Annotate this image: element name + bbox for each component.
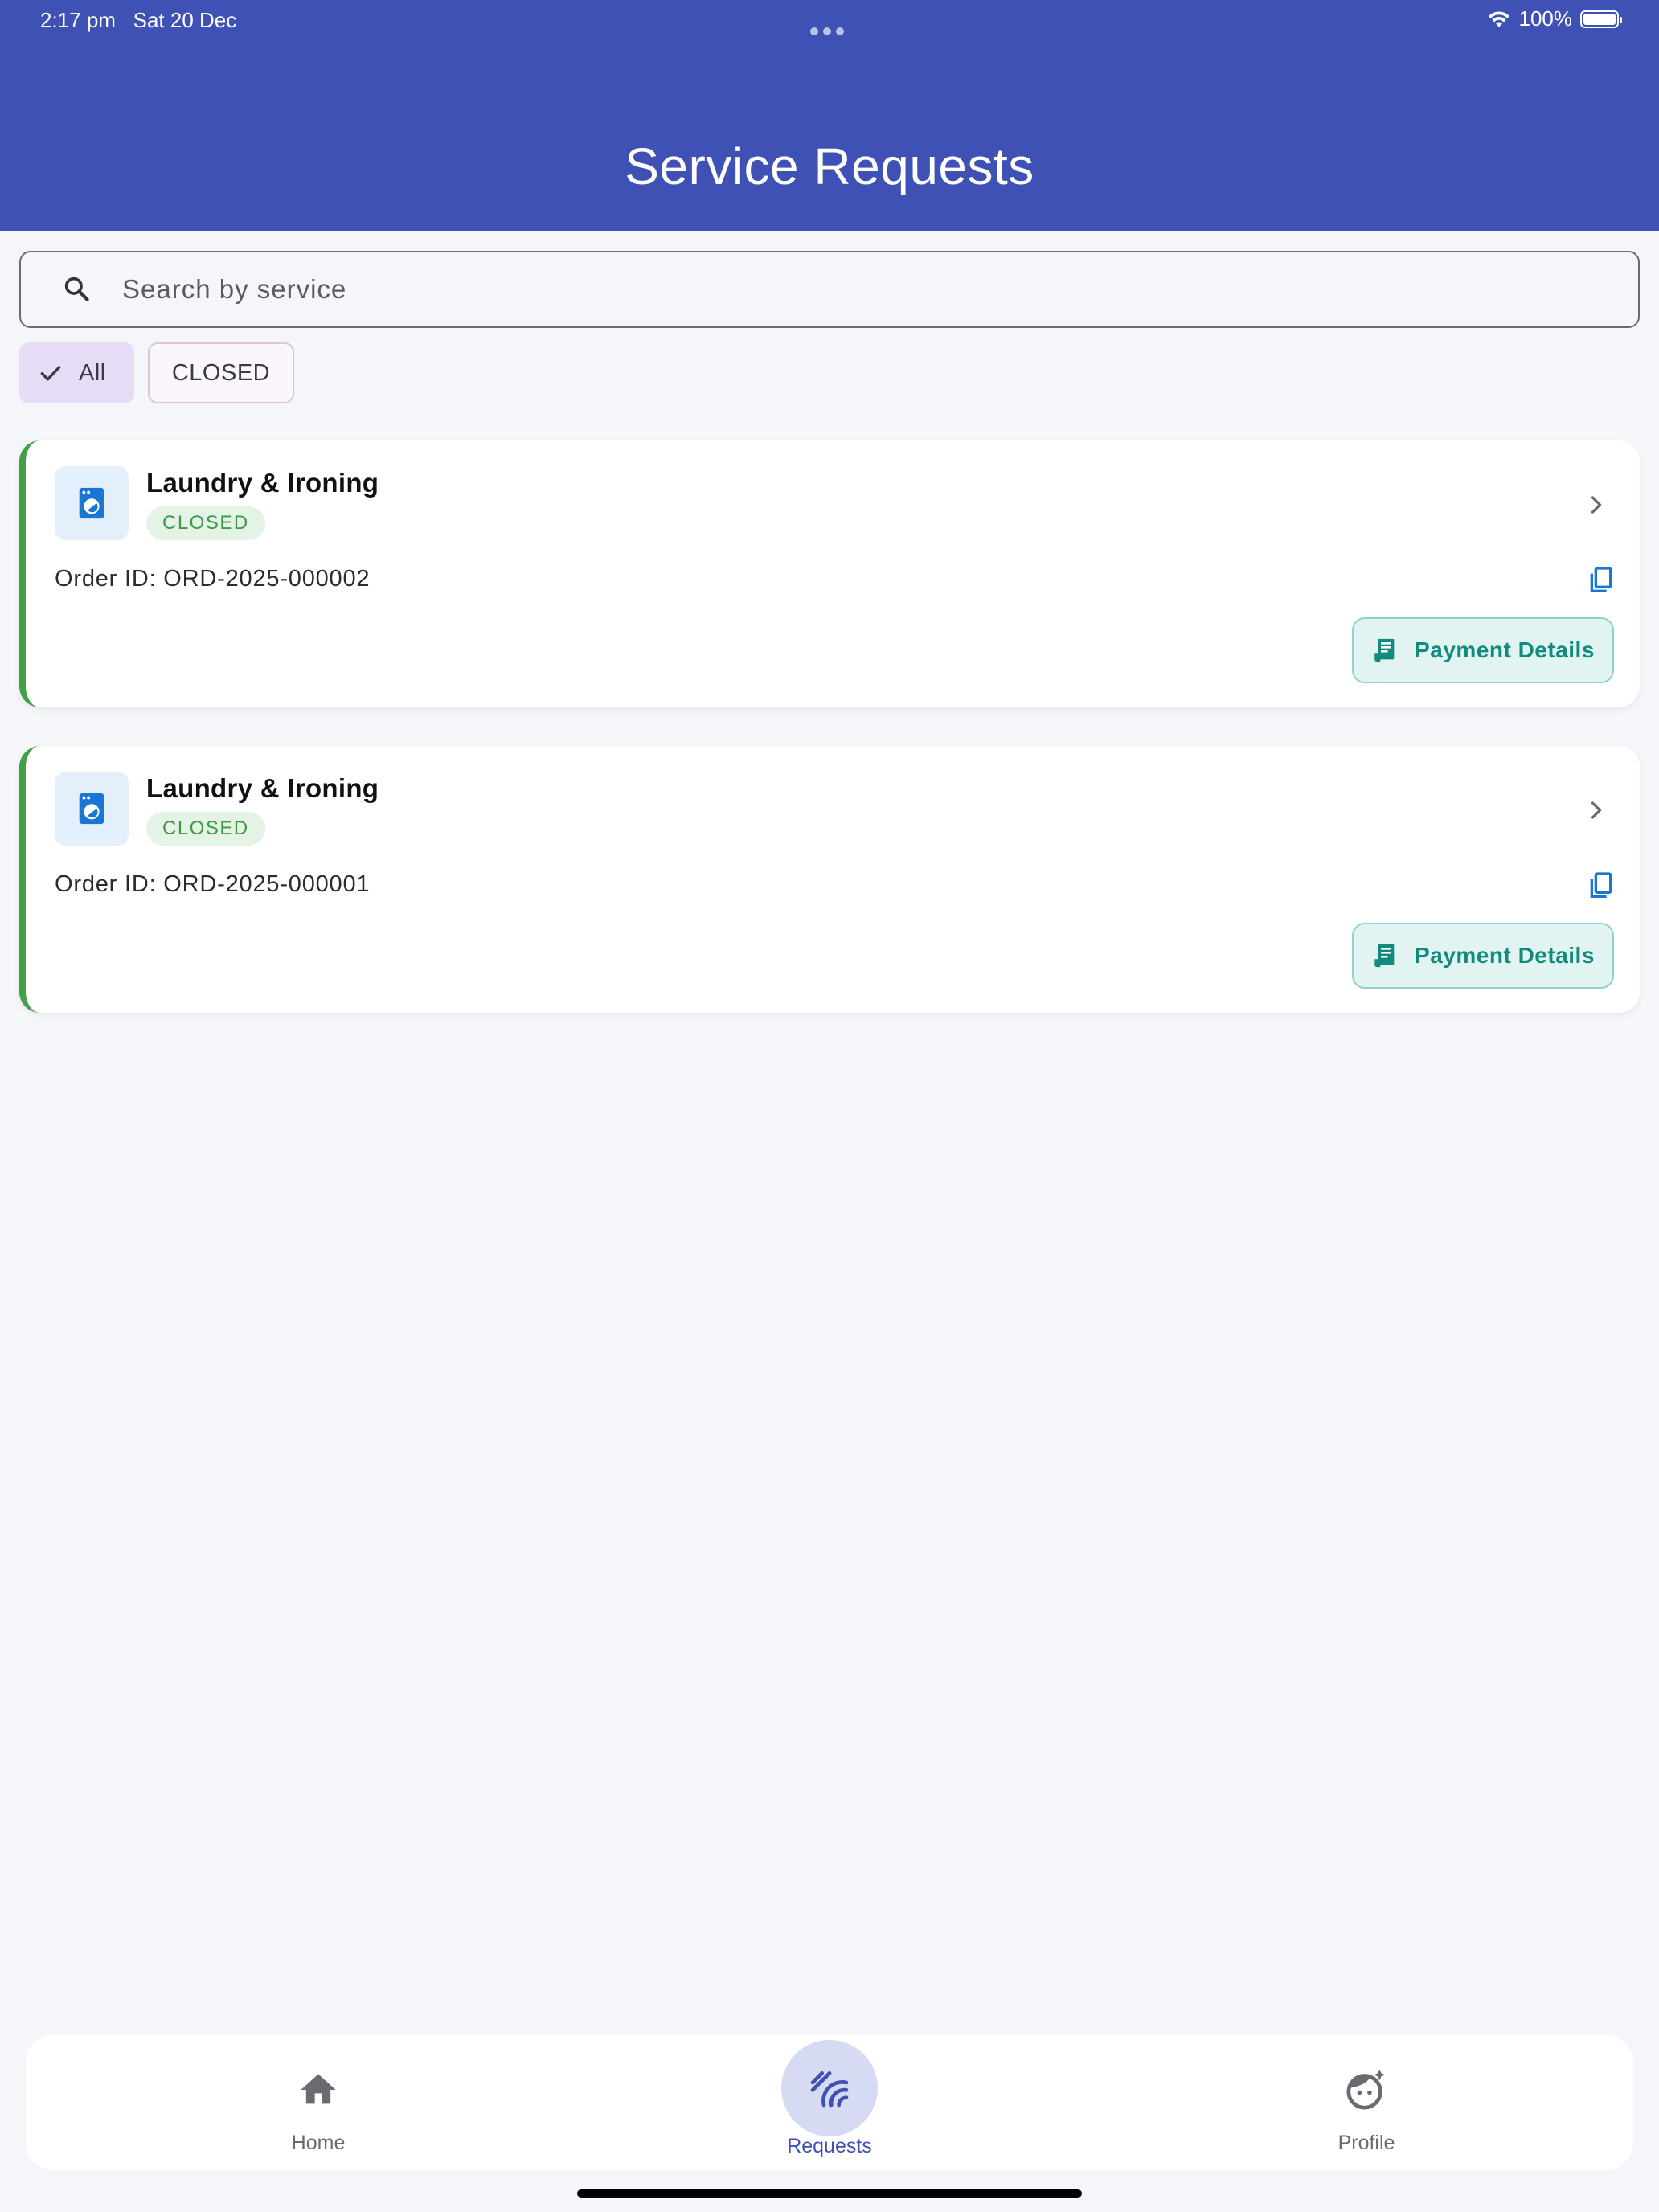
home-icon-wrap — [294, 2066, 342, 2114]
search-input[interactable] — [122, 274, 1638, 305]
bottom-navigation: Home Requests Profile — [26, 2035, 1633, 2170]
status-bar: 2:17 pm Sat 20 Dec 100% — [0, 0, 1659, 40]
multitasking-dots-icon[interactable] — [810, 16, 849, 35]
filter-chip-all-label: All — [79, 359, 106, 386]
service-icon-container — [55, 772, 129, 846]
face-sparkle-icon — [1346, 2069, 1386, 2110]
search-icon — [64, 276, 89, 301]
payment-details-label: Payment Details — [1415, 943, 1595, 968]
nav-item-home[interactable]: Home — [198, 2035, 439, 2170]
nav-label-requests: Requests — [787, 2135, 872, 2157]
home-indicator[interactable] — [577, 2189, 1082, 2198]
nav-item-requests[interactable]: Requests — [709, 2035, 950, 2170]
battery-icon — [1580, 10, 1622, 28]
copy-icon[interactable] — [1585, 870, 1617, 902]
washing-machine-icon — [79, 487, 104, 519]
profile-icon-wrap — [1342, 2066, 1391, 2114]
wifi-icon — [1488, 10, 1509, 27]
status-badge: CLOSED — [146, 812, 265, 846]
payment-details-label: Payment Details — [1415, 637, 1595, 662]
status-indicators: 100% — [1487, 6, 1622, 31]
order-id: Order ID: ORD-2025-000002 — [55, 566, 371, 592]
status-badge: CLOSED — [146, 506, 265, 540]
check-icon — [40, 366, 61, 381]
service-name: Laundry & Ironing — [146, 773, 379, 803]
chevron-right-icon[interactable] — [1582, 490, 1611, 519]
copy-icon[interactable] — [1585, 564, 1617, 596]
service-icon-container — [55, 466, 129, 540]
receipt-icon — [1374, 638, 1395, 662]
payment-details-button[interactable]: Payment Details — [1352, 617, 1614, 683]
nav-item-profile[interactable]: Profile — [1246, 2035, 1487, 2170]
app-header: 2:17 pm Sat 20 Dec 100% Service Requests — [0, 0, 1659, 231]
payment-details-button[interactable]: Payment Details — [1352, 923, 1614, 989]
status-date: Sat 20 Dec — [133, 8, 237, 32]
battery-percent: 100% — [1518, 6, 1573, 31]
home-icon — [301, 2074, 336, 2104]
order-id: Order ID: ORD-2025-000001 — [55, 871, 371, 897]
status-clock: 2:17 pm — [40, 8, 116, 32]
request-card[interactable]: Laundry & Ironing CLOSED Order ID: ORD-2… — [19, 746, 1640, 1013]
page-title: Service Requests — [625, 137, 1034, 195]
filter-chip-closed[interactable]: CLOSED — [148, 342, 294, 403]
washing-machine-icon — [79, 793, 104, 825]
filter-chip-closed-label: CLOSED — [171, 359, 271, 386]
request-card[interactable]: Laundry & Ironing CLOSED Order ID: ORD-2… — [19, 440, 1640, 707]
receipt-icon — [1374, 944, 1395, 968]
search-bar[interactable] — [19, 251, 1640, 328]
chevron-right-icon[interactable] — [1582, 796, 1611, 825]
filter-chip-all[interactable]: All — [19, 342, 134, 403]
requests-icon-wrap — [781, 2040, 878, 2136]
status-time: 2:17 pm Sat 20 Dec — [40, 8, 236, 33]
nav-label-home: Home — [291, 2132, 346, 2154]
filter-chips: All CLOSED — [19, 342, 294, 403]
nav-label-profile: Profile — [1337, 2132, 1395, 2154]
requests-icon — [810, 2071, 849, 2108]
service-name: Laundry & Ironing — [146, 468, 379, 498]
